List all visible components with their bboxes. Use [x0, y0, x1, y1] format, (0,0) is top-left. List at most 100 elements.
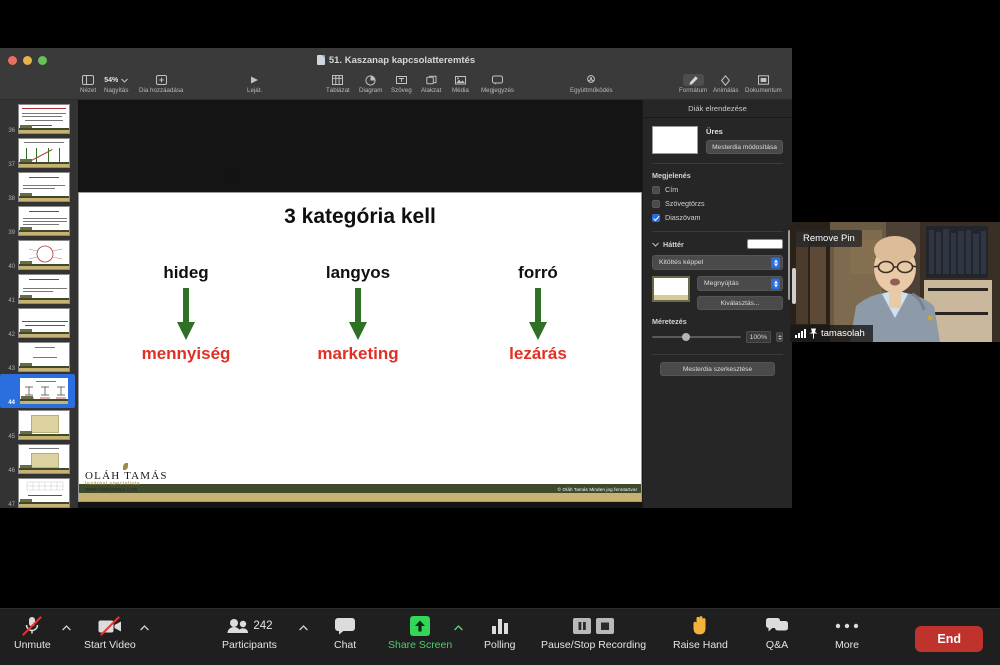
- toolbar-zoom-control[interactable]: 54% Nagyítás: [104, 74, 129, 95]
- comment-icon: [492, 74, 504, 86]
- more-button[interactable]: More: [834, 615, 860, 651]
- checkbox-body-row[interactable]: Szövegtörzs: [652, 199, 783, 208]
- participant-video-tile[interactable]: Remove Pin tamasolah: [790, 222, 1000, 342]
- choose-image-button[interactable]: Kiválasztás...: [697, 296, 783, 310]
- format-inspector[interactable]: Diák elrendezése Üres Mesterdia módosítá…: [642, 100, 792, 508]
- navigator-slide[interactable]: 39: [0, 204, 75, 238]
- stepper-icon[interactable]: [771, 257, 780, 268]
- layout-thumbnail[interactable]: [652, 126, 698, 154]
- participants-icon-group: 242: [226, 615, 273, 637]
- qa-button[interactable]: Q&A: [765, 615, 789, 651]
- background-image-preview[interactable]: [652, 276, 690, 302]
- slide-column-3: forró lezárás: [453, 263, 623, 364]
- toolbar-view-label: Nézet: [80, 87, 97, 94]
- checkbox-title-row[interactable]: Cím: [652, 185, 783, 194]
- navigator-slide[interactable]: 38: [0, 170, 75, 204]
- participants-button[interactable]: 242 Participants: [222, 615, 277, 651]
- sizing-stepper[interactable]: [776, 332, 783, 342]
- end-meeting-button[interactable]: End: [915, 626, 983, 652]
- stepper-icon[interactable]: [771, 278, 780, 289]
- navigator-slide[interactable]: 36: [0, 102, 75, 136]
- checkbox-title[interactable]: [652, 185, 660, 194]
- slide-thumbnail: [18, 342, 70, 372]
- chat-button[interactable]: Chat: [334, 615, 356, 651]
- slide-canvas[interactable]: 3 kategória kell hideg mennyiség langyos…: [78, 100, 642, 508]
- navigator-slide[interactable]: 43: [0, 340, 75, 374]
- slide-navigator[interactable]: 36 37 38 39 40 41 42 43 44 45 46 47: [0, 100, 78, 508]
- toolbar-table-button[interactable]: Táblázat: [326, 74, 350, 94]
- sizing-slider-row[interactable]: 100%: [652, 331, 783, 343]
- background-fill-select[interactable]: Kitöltés képpel: [652, 255, 783, 270]
- raise-hand-button[interactable]: Raise Hand: [673, 615, 728, 651]
- video-options-caret[interactable]: [140, 625, 149, 631]
- pin-icon: [809, 328, 818, 339]
- slide-number: 44: [8, 400, 15, 406]
- qa-label: Q&A: [765, 639, 789, 651]
- toolbar-play-button[interactable]: Leját.: [247, 74, 262, 94]
- navigator-slide[interactable]: 40: [0, 238, 75, 272]
- navigator-slide[interactable]: 41: [0, 272, 75, 306]
- play-icon: [249, 74, 260, 86]
- toolbar-document-button[interactable]: Dokumentum: [745, 74, 782, 94]
- zoom-value-wrap[interactable]: 54%: [104, 74, 129, 86]
- footer-gold-bar: [79, 493, 641, 501]
- background-section-header[interactable]: Háttér: [652, 239, 783, 249]
- toolbar-animate-button[interactable]: Animálás: [713, 74, 738, 94]
- sizing-value[interactable]: 100%: [745, 331, 771, 343]
- participant-name: tamasolah: [821, 328, 865, 339]
- slide-thumbnail: [18, 444, 70, 474]
- polling-button[interactable]: Polling: [484, 615, 516, 651]
- toolbar-comment-button[interactable]: Megjegyzés: [481, 74, 514, 94]
- text-icon: [395, 74, 407, 86]
- navigator-slide[interactable]: 45: [0, 408, 75, 442]
- navigator-slide[interactable]: 37: [0, 136, 75, 170]
- sizing-slider[interactable]: [652, 333, 741, 341]
- change-master-button[interactable]: Mesterdia módosítása: [706, 140, 783, 154]
- checkbox-slide-number-row[interactable]: Diaszövam: [652, 213, 783, 222]
- toolbar-collaborate-label: Együttműködés: [570, 87, 613, 94]
- polling-label: Polling: [484, 639, 516, 651]
- toolbar-media-label: Média: [452, 87, 469, 94]
- share-screen-button[interactable]: Share Screen: [388, 615, 452, 651]
- navigator-slide[interactable]: 42: [0, 306, 75, 340]
- navigator-slide[interactable]: 46: [0, 442, 75, 476]
- slide-number: 37: [8, 162, 15, 168]
- start-video-button[interactable]: Start Video: [84, 615, 136, 651]
- edit-master-button[interactable]: Mesterdia szerkesztése: [660, 362, 775, 376]
- navigator-slide[interactable]: 47: [0, 476, 75, 508]
- down-arrow-icon: [347, 288, 369, 340]
- image-scale-select[interactable]: Megnyújtás: [697, 276, 783, 291]
- audio-options-caret[interactable]: [62, 625, 71, 631]
- collaborate-icon: [585, 74, 597, 86]
- video-panel-scrollbar[interactable]: [792, 268, 796, 304]
- toolbar-media-button[interactable]: Média: [452, 74, 469, 94]
- slide-thumbnail: [18, 478, 70, 508]
- toolbar-text-label: Szöveg: [391, 87, 412, 94]
- animate-icon: [720, 74, 731, 86]
- navigator-slide-selected[interactable]: 44: [0, 374, 75, 408]
- toolbar-text-button[interactable]: Szöveg: [391, 74, 412, 94]
- remove-pin-button[interactable]: Remove Pin: [796, 230, 862, 247]
- current-slide[interactable]: 3 kategória kell hideg mennyiség langyos…: [78, 192, 642, 502]
- keynote-toolbar: Nézet 54% Nagyítás Dia hozzáadása Leját.…: [0, 72, 792, 100]
- checkbox-slide-number[interactable]: [652, 213, 660, 222]
- slide-number: 43: [8, 366, 15, 372]
- pause-stop-recording-button[interactable]: Pause/Stop Recording: [541, 615, 646, 651]
- slider-knob[interactable]: [681, 333, 690, 341]
- share-options-caret[interactable]: [454, 625, 463, 631]
- toolbar-add-slide-button[interactable]: Dia hozzáadása: [139, 74, 183, 94]
- toolbar-format-button[interactable]: Formátum: [679, 74, 707, 94]
- unmute-button[interactable]: Unmute: [14, 615, 51, 651]
- toolbar-chart-button[interactable]: Diagram: [359, 74, 382, 94]
- toolbar-collaborate-button[interactable]: Együttműködés: [570, 74, 613, 94]
- participants-options-caret[interactable]: [299, 625, 308, 631]
- slide-thumbnail: [18, 308, 70, 338]
- slide-number: 36: [8, 128, 15, 134]
- checkbox-body[interactable]: [652, 199, 660, 208]
- slide-number: 39: [8, 230, 15, 236]
- slide-column-1: hideg mennyiség: [101, 263, 271, 364]
- zoom-level-value: 54%: [104, 76, 119, 84]
- background-color-swatch[interactable]: [747, 239, 783, 249]
- toolbar-view-button[interactable]: Nézet: [80, 74, 96, 94]
- toolbar-shape-button[interactable]: Alakzat: [421, 74, 441, 94]
